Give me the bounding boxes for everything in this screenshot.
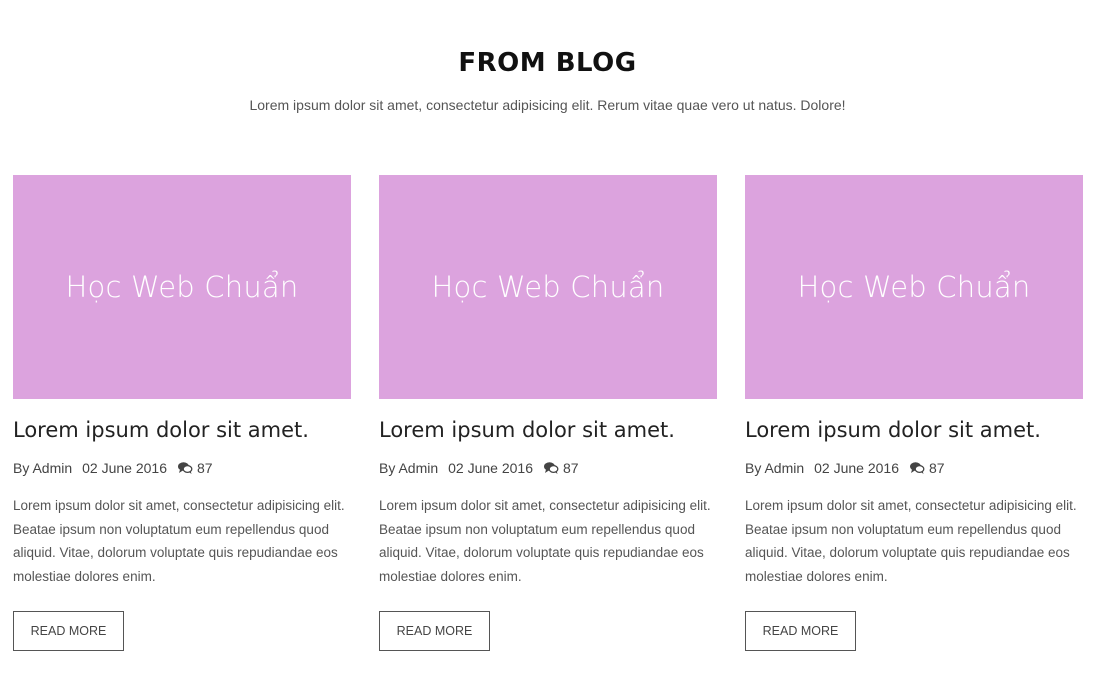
blog-post-card: Học Web Chuẩn Lorem ipsum dolor sit amet… (379, 175, 717, 651)
read-more-button[interactable]: READ MORE (745, 611, 856, 651)
section-title: FROM BLOG (458, 48, 637, 78)
post-date: 02 June 2016 (82, 460, 167, 476)
blog-post-card: Học Web Chuẩn Lorem ipsum dolor sit amet… (13, 175, 351, 651)
post-excerpt: Lorem ipsum dolor sit amet, consectetur … (745, 498, 1077, 584)
comment-count: 87 (563, 460, 579, 476)
blog-post-card: Học Web Chuẩn Lorem ipsum dolor sit amet… (745, 175, 1083, 651)
post-author: By Admin (745, 460, 805, 476)
post-thumbnail[interactable]: Học Web Chuẩn (13, 175, 351, 399)
post-meta: By Admin 02 June 2016 87 (13, 459, 351, 477)
comment-bubbles-icon (177, 461, 193, 475)
post-excerpt: Lorem ipsum dolor sit amet, consectetur … (379, 498, 711, 584)
section-subtitle: Lorem ipsum dolor sit amet, consectetur … (249, 97, 846, 113)
post-title[interactable]: Lorem ipsum dolor sit amet. (745, 417, 1083, 443)
post-date: 02 June 2016 (448, 460, 533, 476)
read-more-button[interactable]: READ MORE (379, 611, 490, 651)
post-title[interactable]: Lorem ipsum dolor sit amet. (13, 417, 351, 443)
post-meta: By Admin 02 June 2016 87 (745, 459, 1083, 477)
read-more-button[interactable]: READ MORE (13, 611, 124, 651)
post-meta: By Admin 02 June 2016 87 (379, 459, 717, 477)
blog-post-list: Học Web Chuẩn Lorem ipsum dolor sit amet… (13, 175, 1083, 651)
comment-bubbles-icon (543, 461, 559, 475)
post-thumbnail[interactable]: Học Web Chuẩn (379, 175, 717, 399)
comment-count: 87 (929, 460, 945, 476)
comment-bubbles-icon (909, 461, 925, 475)
comment-count: 87 (197, 460, 213, 476)
post-author: By Admin (13, 460, 73, 476)
post-date: 02 June 2016 (814, 460, 899, 476)
post-thumbnail[interactable]: Học Web Chuẩn (745, 175, 1083, 399)
post-excerpt: Lorem ipsum dolor sit amet, consectetur … (13, 498, 345, 584)
post-title[interactable]: Lorem ipsum dolor sit amet. (379, 417, 717, 443)
post-author: By Admin (379, 460, 439, 476)
